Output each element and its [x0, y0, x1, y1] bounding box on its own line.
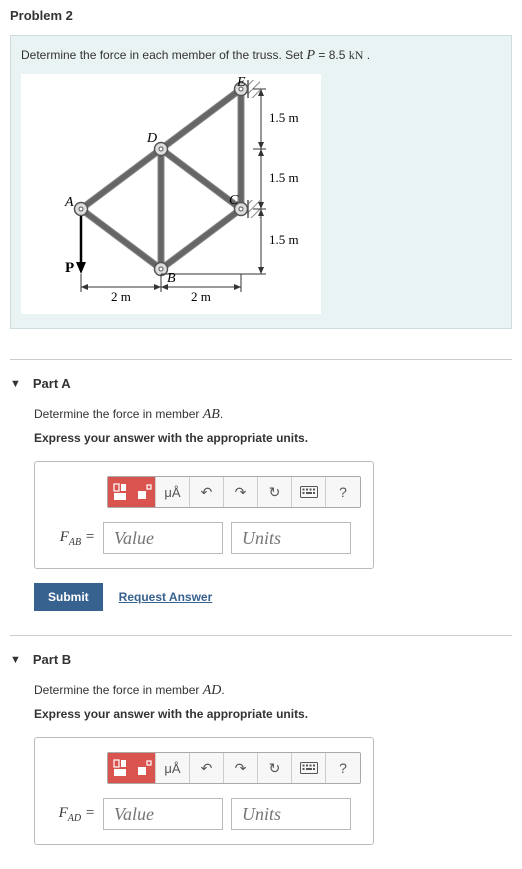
prompt-suffix: .: [220, 407, 223, 421]
part-b-label: Part B: [33, 652, 71, 667]
prompt-var: AD: [203, 683, 222, 698]
special-chars-button[interactable]: μÅ: [156, 753, 190, 783]
template-fraction-button[interactable]: [108, 477, 132, 507]
reset-button[interactable]: ↻: [258, 477, 292, 507]
undo-button[interactable]: ↶: [190, 753, 224, 783]
dim-h2: 2 m: [191, 289, 211, 304]
problem-title: Problem 2: [0, 0, 522, 35]
truss-figure: E D C A B P 1.5 m 1.5 m 1.5 m 2 m 2 m: [21, 74, 321, 314]
dim-2: 1.5 m: [269, 170, 299, 185]
part-a-header[interactable]: ▼ Part A: [10, 376, 512, 407]
keyboard-button[interactable]: [292, 477, 326, 507]
value-input[interactable]: [103, 798, 223, 830]
stem-text: Determine the force in each member of th…: [21, 48, 501, 64]
help-button[interactable]: ?: [326, 753, 360, 783]
var-label: FAD =: [47, 805, 95, 824]
answer-toolbar: μÅ ↶ ↷ ↻ ?: [107, 752, 361, 784]
label-B: B: [167, 271, 176, 286]
prompt-prefix: Determine the force in member: [34, 407, 203, 421]
chevron-down-icon: ▼: [10, 654, 21, 666]
units-input[interactable]: [231, 798, 351, 830]
dim-1: 1.5 m: [269, 110, 299, 125]
part-b: ▼ Part B Determine the force in member A…: [10, 635, 512, 869]
template-exponent-button[interactable]: [132, 753, 156, 783]
answer-toolbar: μÅ ↶ ↷ ↻ ?: [107, 476, 361, 508]
value-input[interactable]: [103, 522, 223, 554]
stem-var: P: [306, 48, 315, 63]
label-P: P: [65, 260, 74, 276]
problem-stem: Determine the force in each member of th…: [10, 35, 512, 329]
label-A: A: [64, 195, 74, 210]
label-E: E: [236, 75, 246, 90]
prompt-prefix: Determine the force in member: [34, 683, 203, 697]
part-a-answer-box: μÅ ↶ ↷ ↻ ? FAB =: [34, 461, 374, 569]
redo-button[interactable]: ↷: [224, 753, 258, 783]
units-input[interactable]: [231, 522, 351, 554]
redo-button[interactable]: ↷: [224, 477, 258, 507]
label-C: C: [229, 193, 239, 208]
prompt-suffix: .: [221, 683, 224, 697]
part-b-header[interactable]: ▼ Part B: [10, 652, 512, 683]
undo-button[interactable]: ↶: [190, 477, 224, 507]
special-chars-button[interactable]: μÅ: [156, 477, 190, 507]
stem-unit: kN: [349, 48, 364, 62]
part-a-instruction: Express your answer with the appropriate…: [34, 431, 512, 445]
submit-button[interactable]: Submit: [34, 583, 103, 611]
dim-3: 1.5 m: [269, 232, 299, 247]
part-a: ▼ Part A Determine the force in member A…: [10, 359, 512, 635]
chevron-down-icon: ▼: [10, 378, 21, 390]
label-D: D: [146, 131, 157, 146]
help-button[interactable]: ?: [326, 477, 360, 507]
keyboard-button[interactable]: [292, 753, 326, 783]
part-a-label: Part A: [33, 376, 71, 391]
request-answer-link[interactable]: Request Answer: [119, 590, 213, 604]
part-b-prompt: Determine the force in member AD.: [34, 683, 512, 699]
reset-button[interactable]: ↻: [258, 753, 292, 783]
dim-h1: 2 m: [111, 289, 131, 304]
var-label: FAB =: [47, 529, 95, 548]
stem-prefix: Determine the force in each member of th…: [21, 48, 306, 62]
stem-suffix: .: [363, 48, 370, 62]
part-b-answer-box: μÅ ↶ ↷ ↻ ? FAD =: [34, 737, 374, 845]
template-fraction-button[interactable]: [108, 753, 132, 783]
prompt-var: AB: [203, 407, 220, 422]
stem-eq: = 8.5: [315, 48, 349, 62]
template-exponent-button[interactable]: [132, 477, 156, 507]
part-b-instruction: Express your answer with the appropriate…: [34, 707, 512, 721]
part-a-prompt: Determine the force in member AB.: [34, 407, 512, 423]
